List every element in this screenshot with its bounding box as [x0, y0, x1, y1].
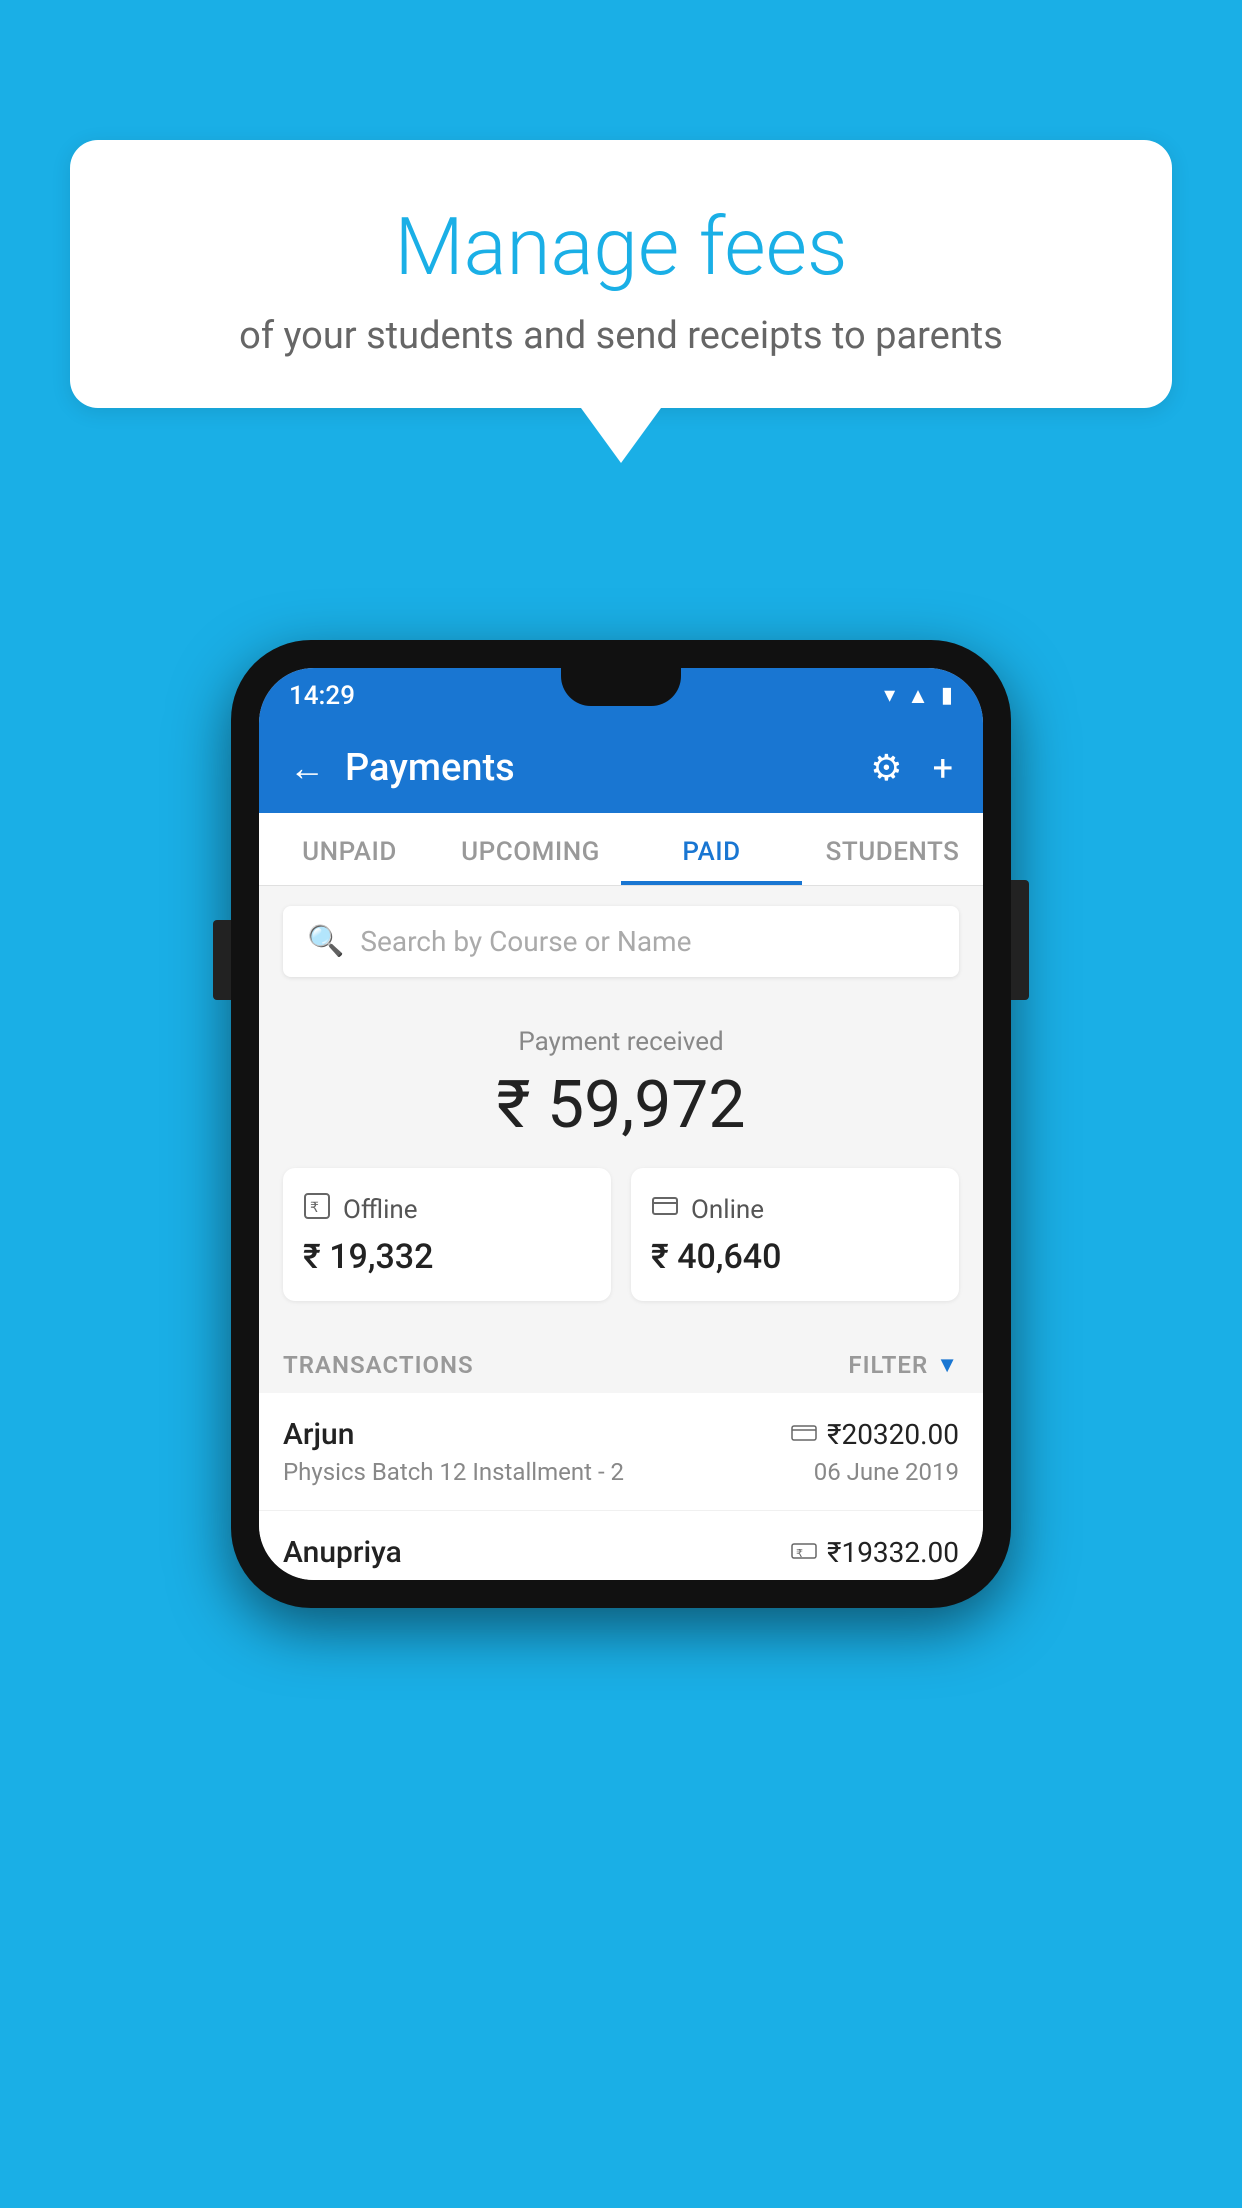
online-label: Online	[691, 1195, 764, 1225]
tab-unpaid[interactable]: UNPAID	[259, 813, 440, 885]
status-icons: ▾ ▲ ▮	[884, 683, 953, 709]
speech-bubble-arrow	[581, 408, 661, 463]
transaction-amount-wrap-anupriya: ₹ ₹19332.00	[791, 1536, 959, 1569]
offline-icon: ₹	[303, 1192, 331, 1227]
transaction-course-arjun: Physics Batch 12 Installment - 2	[283, 1458, 624, 1486]
filter-icon: ▼	[936, 1352, 959, 1378]
payment-summary: Payment received ₹ 59,972 ₹	[259, 997, 983, 1331]
signal-icon: ▲	[907, 683, 929, 709]
speech-bubble-section: Manage fees of your students and send re…	[70, 140, 1172, 463]
filter-text: FILTER	[848, 1351, 928, 1379]
payment-cards: ₹ Offline ₹ 19,332	[283, 1168, 959, 1301]
transaction-top-anupriya: Anupriya ₹ ₹19332.00	[283, 1535, 959, 1570]
notch	[561, 668, 681, 706]
battery-icon: ▮	[941, 683, 953, 708]
svg-text:₹: ₹	[310, 1199, 319, 1215]
online-amount: ₹ 40,640	[651, 1237, 939, 1277]
transaction-card-icon-anupriya: ₹	[791, 1538, 817, 1568]
search-container: 🔍 Search by Course or Name	[259, 886, 983, 997]
offline-card-header: ₹ Offline	[303, 1192, 591, 1227]
transaction-top-arjun: Arjun ₹20320.00	[283, 1417, 959, 1452]
transaction-amount-wrap-arjun: ₹20320.00	[791, 1418, 959, 1451]
transaction-row-arjun[interactable]: Arjun ₹20320.00 Physics Batch 12 Install…	[259, 1393, 983, 1511]
header-right: ⚙ +	[870, 747, 953, 789]
phone-screen: 14:29 ▾ ▲ ▮ ← Payments ⚙ +	[259, 668, 983, 1580]
payment-received-label: Payment received	[283, 1027, 959, 1057]
transaction-name-anupriya: Anupriya	[283, 1535, 402, 1570]
phone-outer: 14:29 ▾ ▲ ▮ ← Payments ⚙ +	[231, 640, 1011, 1608]
phone-mockup: 14:29 ▾ ▲ ▮ ← Payments ⚙ +	[231, 640, 1011, 1608]
online-card-header: Online	[651, 1192, 939, 1227]
app-header: ← Payments ⚙ +	[259, 723, 983, 813]
add-icon[interactable]: +	[933, 747, 953, 789]
header-left: ← Payments	[289, 746, 515, 790]
search-input[interactable]: Search by Course or Name	[360, 925, 691, 958]
tabs-container: UNPAID UPCOMING PAID STUDENTS	[259, 813, 983, 886]
search-icon: 🔍	[307, 924, 344, 959]
payment-total: ₹ 59,972	[283, 1067, 959, 1144]
transaction-amount-anupriya: ₹19332.00	[827, 1536, 959, 1569]
transactions-header: TRANSACTIONS FILTER ▼	[259, 1331, 983, 1393]
transaction-amount-arjun: ₹20320.00	[827, 1418, 959, 1451]
filter-button[interactable]: FILTER ▼	[848, 1351, 959, 1379]
header-title: Payments	[345, 746, 515, 790]
offline-amount: ₹ 19,332	[303, 1237, 591, 1277]
tab-paid[interactable]: PAID	[621, 813, 802, 885]
online-icon	[651, 1192, 679, 1227]
svg-text:₹: ₹	[796, 1548, 803, 1560]
speech-bubble-title: Manage fees	[140, 200, 1102, 294]
search-bar[interactable]: 🔍 Search by Course or Name	[283, 906, 959, 977]
transaction-bottom-arjun: Physics Batch 12 Installment - 2 06 June…	[283, 1458, 959, 1486]
transaction-date-arjun: 06 June 2019	[814, 1458, 959, 1486]
transaction-name-arjun: Arjun	[283, 1417, 354, 1452]
tab-upcoming[interactable]: UPCOMING	[440, 813, 621, 885]
offline-label: Offline	[343, 1195, 418, 1225]
settings-icon[interactable]: ⚙	[870, 747, 902, 789]
transaction-row-anupriya[interactable]: Anupriya ₹ ₹19332.00	[259, 1511, 983, 1580]
offline-card: ₹ Offline ₹ 19,332	[283, 1168, 611, 1301]
tab-students[interactable]: STUDENTS	[802, 813, 983, 885]
transactions-label: TRANSACTIONS	[283, 1351, 474, 1379]
speech-bubble: Manage fees of your students and send re…	[70, 140, 1172, 408]
wifi-icon: ▾	[884, 683, 895, 708]
status-bar: 14:29 ▾ ▲ ▮	[259, 668, 983, 723]
transaction-card-icon-arjun	[791, 1420, 817, 1450]
back-button[interactable]: ←	[289, 747, 325, 789]
online-card: Online ₹ 40,640	[631, 1168, 959, 1301]
speech-bubble-subtitle: of your students and send receipts to pa…	[140, 314, 1102, 358]
status-time: 14:29	[289, 681, 355, 711]
